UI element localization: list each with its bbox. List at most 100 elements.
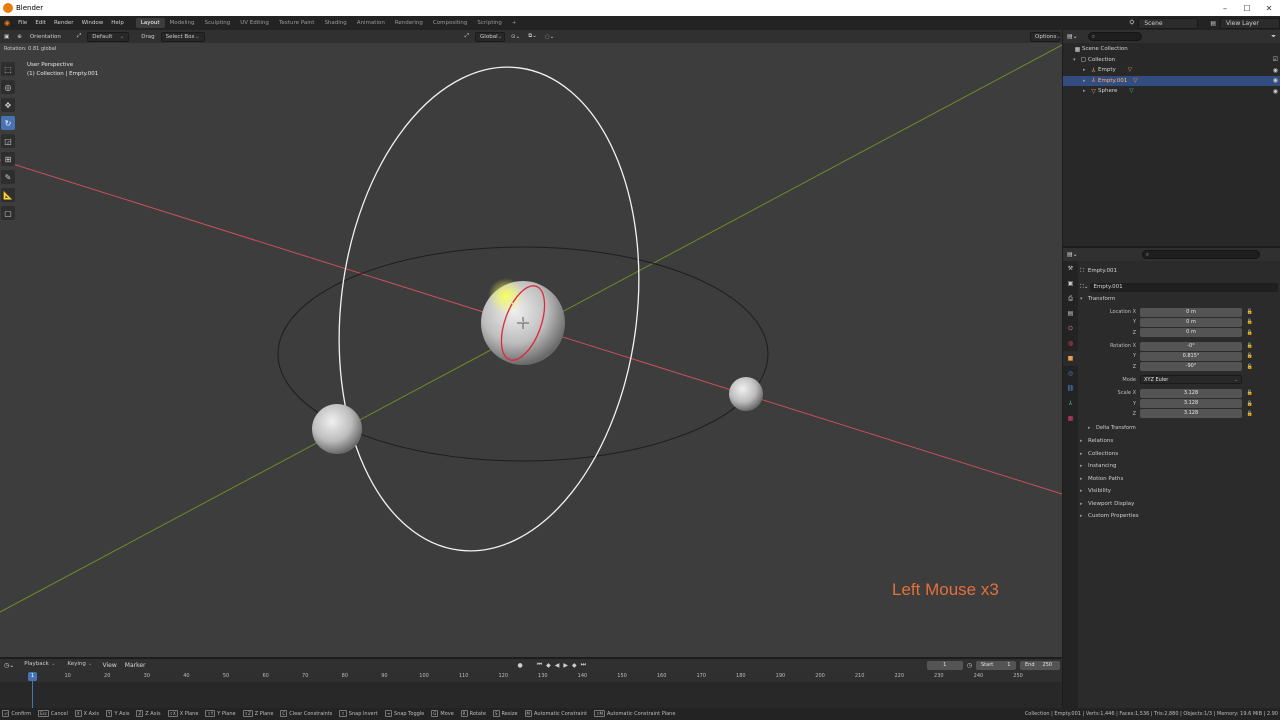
rotate-tool[interactable]: ↻ [1,116,15,130]
rotation-y-field[interactable]: 0.815° [1140,351,1242,361]
properties-search-input[interactable]: ⌕ [1141,250,1260,259]
tab-animation[interactable]: Animation [352,18,390,28]
tab-sculpting[interactable]: Sculpting [200,18,236,28]
visibility-eye-icon[interactable]: ◉ [1273,77,1278,84]
current-frame-field[interactable]: 1 [926,660,963,670]
tab-rendering[interactable]: Rendering [390,18,428,28]
add-workspace-button[interactable]: + [507,18,522,28]
lock-icon[interactable]: 🔓 [1245,309,1255,315]
cursor-tool[interactable]: ◎ [1,80,15,94]
play-icon[interactable]: ▶ [561,662,570,669]
view-layer-tab-icon[interactable]: ▤ [1063,306,1078,321]
scale-y-field[interactable]: 3.128 [1140,399,1242,409]
rotation-mode-dropdown[interactable]: XYZ Euler ⌄ [1140,375,1242,385]
pivot-point-icon[interactable]: ⊙⌄ [507,34,524,40]
collection-checkbox[interactable]: ☑ [1273,56,1278,63]
menu-window[interactable]: Window [78,20,108,26]
record-button[interactable]: ● [516,662,525,669]
add-cube-tool[interactable]: ▢ [1,206,15,220]
visibility-eye-icon[interactable]: ◉ [1273,67,1278,74]
scale-tool[interactable]: ◲ [1,134,15,148]
view-layer-selector[interactable]: View Layer [1220,17,1280,29]
output-tab-icon[interactable]: ⎙ [1063,291,1078,306]
jump-start-icon[interactable]: ⏮ [535,661,544,669]
tab-texture-paint[interactable]: Texture Paint [274,18,320,28]
tab-compositing[interactable]: Compositing [428,18,472,28]
outliner-item-empty[interactable]: ▸ ⅄ Empty ▽ ◉ [1063,65,1280,76]
drag-dropdown[interactable]: Select Box ⌄ [160,31,205,42]
tab-modeling[interactable]: Modeling [165,18,200,28]
orientation-dropdown[interactable]: Default ⌄ [87,31,130,42]
lock-icon[interactable]: 🔓 [1245,330,1255,336]
play-reverse-icon[interactable]: ◀ [553,662,562,669]
rotation-x-field[interactable]: -0° [1140,341,1242,351]
start-frame-field[interactable]: Start 1 [976,660,1016,670]
viewport-display-panel-header[interactable]: ▸ Viewport Display [1080,497,1280,510]
playback-menu[interactable]: Playback ⌄ [20,660,59,670]
preview-range-icon[interactable]: ◷ [965,662,974,669]
outliner-search-input[interactable]: ⌕ [1087,32,1142,41]
motion-paths-panel-header[interactable]: ▸ Motion Paths [1080,472,1280,485]
end-frame-field[interactable]: End 250 [1020,660,1060,670]
object-data-tab-icon[interactable]: ⅄ [1063,396,1078,411]
annotate-tool[interactable]: ✎ [1,170,15,184]
options-dropdown[interactable]: Options ⌄ [1030,31,1061,42]
scene-selector[interactable]: Scene [1138,17,1199,29]
prev-keyframe-icon[interactable]: ◆ [544,662,553,669]
sphere-right[interactable] [729,377,763,411]
lock-icon[interactable]: 🔓 [1245,390,1255,396]
rotation-z-field[interactable]: -90° [1140,362,1242,372]
move-tool[interactable]: ✥ [1,98,15,112]
location-z-field[interactable]: 0 m [1140,328,1242,338]
3d-viewport[interactable] [0,43,1062,657]
properties-editor-icon[interactable]: ▤⌄ [1063,251,1082,258]
outliner-item-empty001[interactable]: ▸ ⅄ Empty.001 ▽ ◉ [1063,75,1280,86]
scale-z-field[interactable]: 3.128 [1140,409,1242,419]
menu-help[interactable]: Help [107,20,128,26]
proportional-edit-icon[interactable]: ◌⌄ [541,34,558,40]
relations-panel-header[interactable]: ▸ Relations [1080,435,1280,448]
lock-icon[interactable]: 🔓 [1245,343,1255,349]
tab-scripting[interactable]: Scripting [472,18,506,28]
maximize-button[interactable]: ☐ [1236,4,1258,13]
object-name-field[interactable]: Empty.001 [1090,282,1279,292]
lock-icon[interactable]: 🔓 [1245,319,1255,325]
transform-tool[interactable]: ⊞ [1,152,15,166]
render-tab-icon[interactable]: ▣ [1063,276,1078,291]
outliner-editor-icon[interactable]: ▤⌄ [1063,33,1082,40]
marker-menu[interactable]: Marker [121,662,150,669]
next-keyframe-icon[interactable]: ◆ [570,662,579,669]
menu-edit[interactable]: Edit [31,20,50,26]
view-menu[interactable]: View [99,662,121,669]
frame-ruler[interactable]: 10 20 30 40 50 60 70 80 90 100 110 120 130 140 150 160 1… [0,671,1062,682]
transform-orientation-dropdown[interactable]: Global ⌄ [475,31,506,42]
texture-tab-icon[interactable]: ▦ [1063,411,1078,426]
collection-row[interactable]: ▾ ▢ Collection ☑ [1063,55,1280,66]
collapse-transform-icon[interactable]: ▾ [1080,296,1088,302]
visibility-panel-header[interactable]: ▸ Visibility [1080,485,1280,498]
delta-transform-header[interactable]: ▸ Delta Transform [1080,423,1280,433]
select-box-tool[interactable]: ⬚ [1,62,15,76]
jump-end-icon[interactable]: ⏭ [579,661,588,669]
close-button[interactable]: ✕ [1258,4,1280,13]
keying-menu[interactable]: Keying ⌄ [63,660,96,670]
outliner-item-sphere[interactable]: ▸ ▽ Sphere ▽ ◉ [1063,86,1280,97]
menu-file[interactable]: File [14,20,31,26]
editor-type-icon[interactable]: ▣ [0,34,13,40]
location-x-field[interactable]: 0 m [1140,307,1242,317]
viewport-scene[interactable] [0,43,1062,657]
tab-layout[interactable]: Layout [135,18,165,28]
lock-icon[interactable]: 🔓 [1245,364,1255,370]
measure-tool[interactable]: 📐 [1,188,15,202]
tab-uv-editing[interactable]: UV Editing [235,18,274,28]
scene-collection-row[interactable]: ▦ Scene Collection [1063,44,1280,55]
timeline[interactable]: 10 20 30 40 50 60 70 80 90 100 110 120 130 140 150 160 1… [0,671,1062,708]
custom-properties-panel-header[interactable]: ▸ Custom Properties [1080,510,1280,523]
physics-tab-icon[interactable]: ◎ [1063,366,1078,381]
object-tab-icon[interactable]: ■ [1063,351,1078,366]
lock-icon[interactable]: 🔓 [1245,411,1255,417]
tool-tab-icon[interactable]: ⚒ [1063,261,1078,276]
collections-panel-header[interactable]: ▸ Collections [1080,447,1280,460]
visibility-eye-icon[interactable]: ◉ [1273,88,1278,95]
scene-tab-icon[interactable]: ⛭ [1063,321,1078,336]
